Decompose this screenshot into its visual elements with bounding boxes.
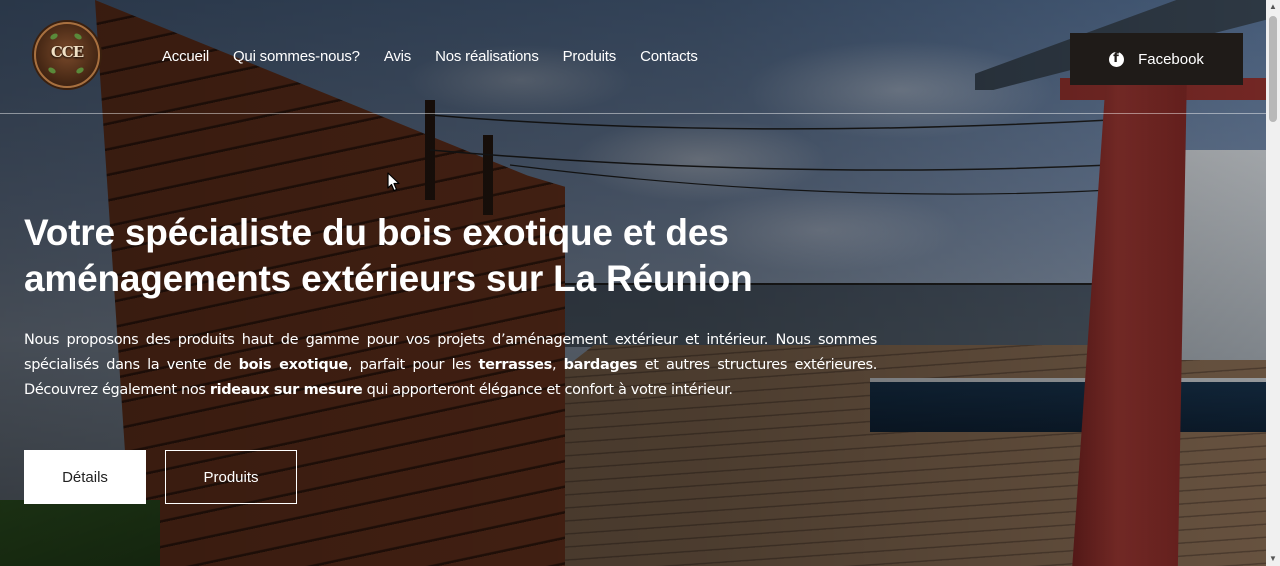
hero-text-part: ,: [551, 357, 564, 373]
page-scrollbar[interactable]: ▲ ▼: [1266, 0, 1280, 566]
hero-title: Votre spécialiste du bois exotique et de…: [24, 210, 884, 302]
facebook-icon: [1109, 51, 1125, 67]
details-button[interactable]: Détails: [24, 450, 146, 504]
hero-description: Nous proposons des produits haut de gamm…: [24, 328, 877, 403]
hero-text-bold-bois-exotique: bois exotique: [238, 357, 349, 373]
produits-button[interactable]: Produits: [165, 450, 297, 504]
nav-item-produits[interactable]: Produits: [563, 48, 617, 65]
scroll-down-arrow-icon[interactable]: ▼: [1266, 552, 1280, 566]
nav-item-nos-realisations[interactable]: Nos réalisations: [435, 48, 539, 65]
hero-text-bold-rideaux: rideaux sur mesure: [209, 382, 363, 398]
hero-text-part: , parfait pour les: [347, 357, 479, 373]
facebook-button-label: Facebook: [1138, 50, 1204, 68]
hero-text-bold-bardages: bardages: [563, 357, 638, 373]
nav-item-accueil[interactable]: Accueil: [162, 48, 209, 65]
hero-text-part: qui apporteront élégance et confort à vo…: [362, 382, 733, 398]
nav-item-contacts[interactable]: Contacts: [640, 48, 698, 65]
main-nav: Accueil Qui sommes-nous? Avis Nos réalis…: [162, 48, 722, 65]
hero-text-bold-terrasses: terrasses: [478, 357, 553, 373]
page: CCE Accueil Qui sommes-nous? Avis Nos ré…: [0, 0, 1280, 566]
hero-title-line-1: Votre spécialiste du bois exotique et de…: [24, 212, 729, 253]
site-logo[interactable]: CCE: [34, 22, 100, 88]
logo-text: CCE: [50, 43, 84, 61]
scroll-up-arrow-icon[interactable]: ▲: [1266, 0, 1280, 14]
scroll-thumb[interactable]: [1269, 16, 1277, 122]
site-header: CCE Accueil Qui sommes-nous? Avis Nos ré…: [0, 0, 1266, 114]
mouse-cursor-icon: [387, 172, 400, 192]
nav-item-avis[interactable]: Avis: [384, 48, 411, 65]
nav-item-qui-sommes-nous[interactable]: Qui sommes-nous?: [233, 48, 360, 65]
hero-title-line-2: aménagements extérieurs sur La Réunion: [24, 258, 753, 299]
facebook-button[interactable]: Facebook: [1070, 33, 1243, 85]
